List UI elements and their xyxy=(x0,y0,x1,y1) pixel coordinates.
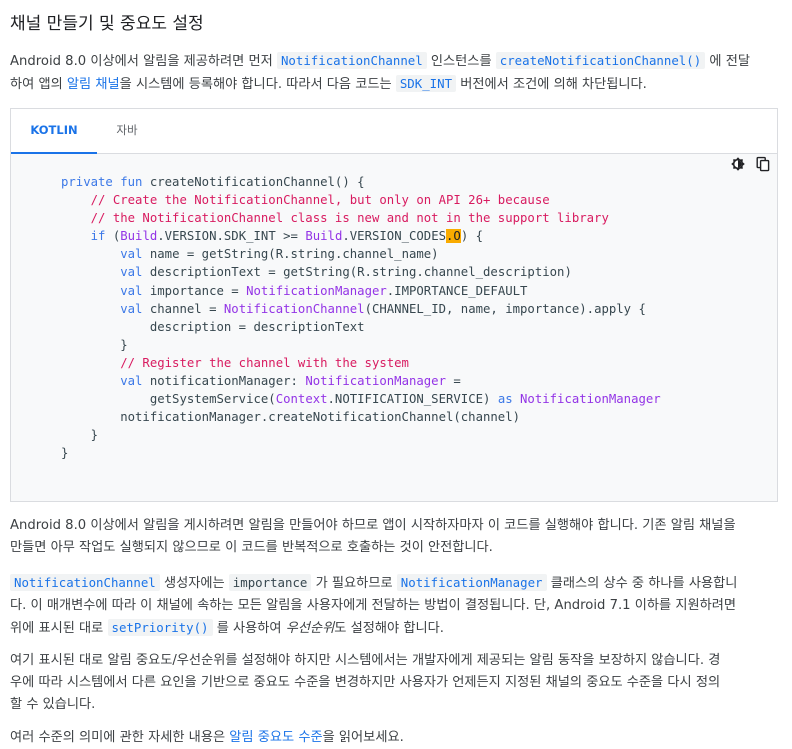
code-notification-manager[interactable]: NotificationManager xyxy=(396,574,547,591)
highlighted-token: .O xyxy=(446,229,461,244)
copy-icon[interactable] xyxy=(755,156,771,172)
code-create-notification-channel[interactable]: createNotificationChannel() xyxy=(495,52,706,69)
page: 채널 만들기 및 중요도 설정 Android 8.0 이상에서 알림을 제공하… xyxy=(0,0,792,749)
language-tabs: KOTLIN 자바 xyxy=(11,109,777,154)
paragraph-importance: NotificationChannel 생성자에는 importance 가 필… xyxy=(10,574,738,636)
code-notification-channel-2[interactable]: NotificationChannel xyxy=(10,574,160,591)
code-importance: importance xyxy=(228,574,312,591)
link-notification-channel[interactable]: 알림 채널 xyxy=(67,77,120,92)
paragraph-more-info: 여러 수준의 의미에 관한 자세한 내용은 알림 중요도 수준을 읽어보세요. xyxy=(10,730,404,745)
code-toolbar xyxy=(726,156,771,172)
code-sdk-int[interactable]: SDK_INT xyxy=(395,75,457,92)
page-title: 채널 만들기 및 중요도 설정 xyxy=(10,14,204,34)
paragraph-priority-note: 여기 표시된 대로 알림 중요도/우선순위를 설정해야 하지만 시스템에서는 개… xyxy=(10,653,721,712)
link-notification-importance-levels[interactable]: 알림 중요도 수준 xyxy=(229,730,322,745)
code-sample: KOTLIN 자바 private fun createNotification… xyxy=(10,108,778,502)
tab-java[interactable]: 자바 xyxy=(107,109,147,152)
dark-mode-toggle-icon[interactable] xyxy=(730,156,746,172)
intro-paragraph: Android 8.0 이상에서 알림을 제공하려면 먼저 Notificati… xyxy=(10,52,750,92)
paragraph-run-on-start: Android 8.0 이상에서 알림을 게시하려면 알림을 만들어야 하므로 … xyxy=(10,518,736,555)
code-notification-channel[interactable]: NotificationChannel xyxy=(276,52,427,69)
tab-kotlin[interactable]: KOTLIN xyxy=(11,109,97,154)
code-set-priority[interactable]: setPriority() xyxy=(107,619,213,636)
code-block[interactable]: private fun createNotificationChannel() … xyxy=(61,173,661,463)
